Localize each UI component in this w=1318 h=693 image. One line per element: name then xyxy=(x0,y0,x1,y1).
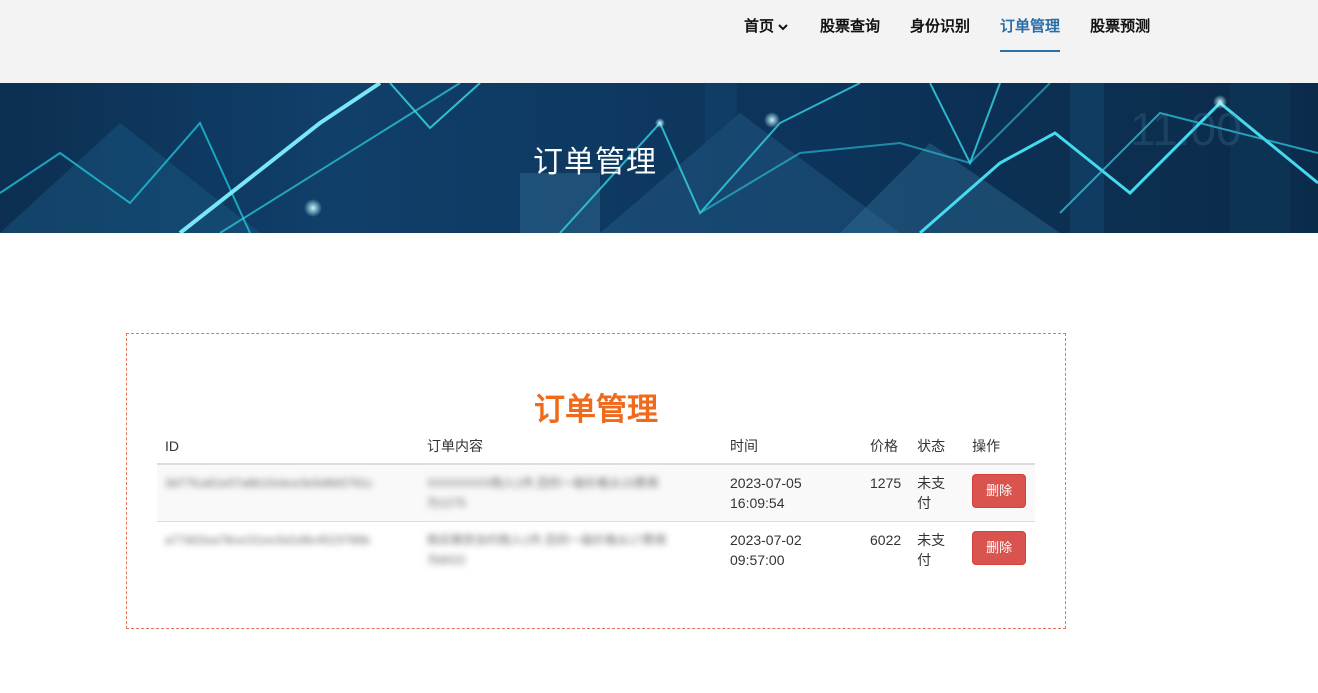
column-header-time: 时间 xyxy=(722,429,862,465)
order-action-cell: 删除 xyxy=(964,521,1035,579)
nav-item-stock-prediction-label: 股票预测 xyxy=(1090,18,1151,35)
table-header-row: ID 订单内容 时间 价格 状态 操作 xyxy=(157,429,1035,465)
nav-item-order-management[interactable]: 订单管理 xyxy=(1000,17,1061,53)
order-content-line: XXXXXXXX购入1件,您的一级价格从15费用 xyxy=(427,476,659,490)
nav-item-identity[interactable]: 身份识别 xyxy=(910,17,970,53)
order-status: 未支付 xyxy=(909,463,965,522)
delete-button[interactable]: 删除 xyxy=(972,531,1027,565)
main-nav: 首页 股票查询 身份识别 订单管理 股票预测 xyxy=(744,17,1150,53)
nav-item-order-management-label: 订单管理 xyxy=(1000,18,1061,35)
order-content-line: 为6022 xyxy=(427,553,466,567)
order-id: 3d77fca61e07a8b10cbce3e5d6b5791c xyxy=(165,476,373,490)
banner-title: 订单管理 xyxy=(533,146,657,179)
nav-item-home[interactable]: 首页 xyxy=(744,17,790,53)
column-header-id: ID xyxy=(157,429,419,465)
order-clock: 16:09:54 xyxy=(730,495,785,511)
page-banner: 11.00 订单管理 xyxy=(0,83,1318,233)
order-id: a77d02ea78ce151ec5d1d9c4523786b xyxy=(165,533,370,547)
nav-item-stock-prediction[interactable]: 股票预测 xyxy=(1090,17,1150,53)
delete-button[interactable]: 删除 xyxy=(972,474,1027,508)
order-id-cell: 3d77fca61e07a8b10cbce3e5d6b5791c xyxy=(157,463,419,522)
nav-item-stock-query-label: 股票查询 xyxy=(820,18,881,35)
order-action-cell: 删除 xyxy=(964,463,1035,522)
column-header-action: 操作 xyxy=(964,429,1035,465)
table-row: 3d77fca61e07a8b10cbce3e5d6b5791c XXXXXXX… xyxy=(157,463,1035,522)
orders-card: 订单管理 ID 订单内容 时间 价格 状态 操作 3d77fca61e07a8b… xyxy=(126,333,1066,629)
order-status: 未支付 xyxy=(909,521,965,579)
chevron-down-icon xyxy=(776,17,790,37)
order-clock: 09:57:00 xyxy=(730,552,785,568)
nav-item-identity-label: 身份识别 xyxy=(910,18,971,35)
order-content-line: 购买期货合约购入1件,您的一级价格从17费用 xyxy=(427,533,667,547)
order-content-cell: 购买期货合约购入1件,您的一级价格从17费用 为6022 xyxy=(419,521,722,579)
nav-item-home-label: 首页 xyxy=(744,18,775,35)
column-header-price: 价格 xyxy=(862,429,910,465)
order-time-cell: 2023-07-02 09:57:00 xyxy=(722,521,862,579)
order-content-line: 为1275 xyxy=(427,496,466,510)
top-navbar: 首页 股票查询 身份识别 订单管理 股票预测 xyxy=(0,0,1318,83)
table-row: a77d02ea78ce151ec5d1d9c4523786b 购买期货合约购入… xyxy=(157,521,1035,579)
order-date: 2023-07-05 xyxy=(730,475,802,491)
order-id-cell: a77d02ea78ce151ec5d1d9c4523786b xyxy=(157,521,419,579)
orders-table: ID 订单内容 时间 价格 状态 操作 3d77fca61e07a8b10cbc… xyxy=(157,429,1035,579)
orders-title: 订单管理 xyxy=(534,392,658,427)
order-price: 1275 xyxy=(862,463,910,522)
column-header-content: 订单内容 xyxy=(419,429,722,465)
order-price: 6022 xyxy=(862,521,910,579)
order-time-cell: 2023-07-05 16:09:54 xyxy=(722,463,862,522)
column-header-status: 状态 xyxy=(909,429,965,465)
nav-item-stock-query[interactable]: 股票查询 xyxy=(820,17,880,53)
order-date: 2023-07-02 xyxy=(730,532,802,548)
order-content-cell: XXXXXXXX购入1件,您的一级价格从15费用 为1275 xyxy=(419,463,722,522)
